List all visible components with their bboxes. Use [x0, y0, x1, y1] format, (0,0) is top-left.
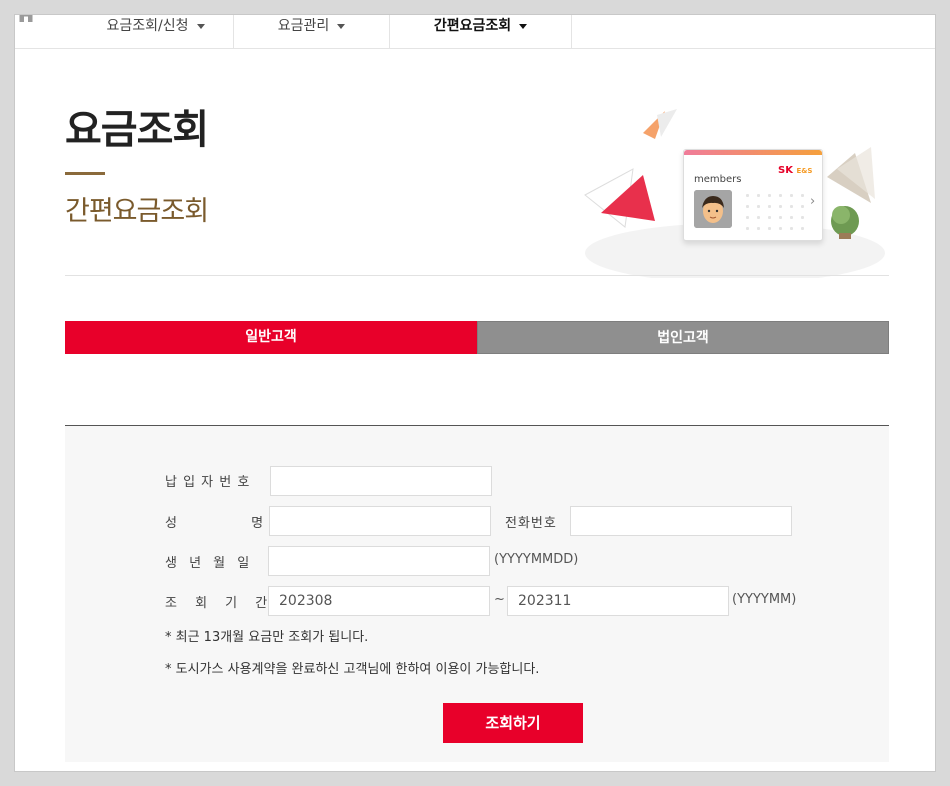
page-frame: 요금조회/신청 요금관리 간편요금조회 요금조회 간편요금조회 members	[14, 14, 936, 772]
title-divider	[65, 172, 105, 175]
caret-down-icon	[519, 23, 528, 29]
card-members-label: members	[694, 174, 742, 185]
period-separator: ~	[494, 592, 505, 607]
tab-corporate-customer[interactable]: 법인고객	[477, 321, 889, 354]
birth-label: 생 년 월 일	[165, 556, 252, 571]
nav-item-billing-inquiry[interactable]: 요금조회/신청	[78, 15, 234, 48]
page-title: 요금조회	[65, 107, 209, 153]
nav-item-label: 간편요금조회	[433, 18, 512, 34]
birth-date-input[interactable]	[268, 546, 490, 576]
name-input[interactable]	[269, 506, 491, 536]
card-stripe	[684, 150, 822, 155]
tab-general-customer[interactable]: 일반고객	[65, 321, 477, 354]
nav-item-label: 요금관리	[277, 18, 330, 34]
search-button[interactable]: 조회하기	[443, 703, 583, 743]
period-format-hint: (YYYYMM)	[732, 592, 797, 607]
page-subtitle: 간편요금조회	[65, 196, 209, 227]
period-label: 조 회 기 간	[165, 596, 270, 611]
chevron-right-icon: ›	[810, 194, 816, 209]
payer-number-input[interactable]	[270, 466, 492, 496]
members-card: members SK E&S ›	[683, 149, 823, 241]
phone-input[interactable]	[570, 506, 792, 536]
avatar	[694, 190, 732, 228]
payer-number-label: 납 입 자 번 호	[165, 475, 251, 490]
header-illustration: members SK E&S ›	[575, 103, 895, 278]
card-pattern	[742, 190, 808, 230]
period-from-input[interactable]: 202308	[268, 586, 490, 616]
home-icon[interactable]	[15, 15, 37, 25]
caret-down-icon	[196, 23, 205, 29]
nav-item-label: 요금조회/신청	[106, 18, 189, 34]
note-13-months: * 최근 13개월 요금만 조회가 됩니다.	[165, 630, 369, 645]
inquiry-form: 납 입 자 번 호 성 명 전화번호 생 년 월 일 (YYYYMMDD) 조 …	[65, 426, 889, 762]
nav-item-billing-management[interactable]: 요금관리	[234, 15, 390, 48]
header-divider	[65, 275, 889, 276]
note-contract-required: * 도시가스 사용계약을 완료하신 고객님에 한하여 이용이 가능합니다.	[165, 662, 540, 677]
birth-format-hint: (YYYYMMDD)	[494, 552, 579, 567]
name-label: 성 명	[165, 516, 264, 531]
phone-label: 전화번호	[505, 516, 557, 531]
nav-item-quick-inquiry[interactable]: 간편요금조회	[390, 15, 572, 48]
top-navigation: 요금조회/신청 요금관리 간편요금조회	[15, 15, 935, 49]
caret-down-icon	[337, 23, 346, 29]
period-to-input[interactable]: 202311	[507, 586, 729, 616]
sk-logo: SK E&S	[778, 165, 813, 176]
